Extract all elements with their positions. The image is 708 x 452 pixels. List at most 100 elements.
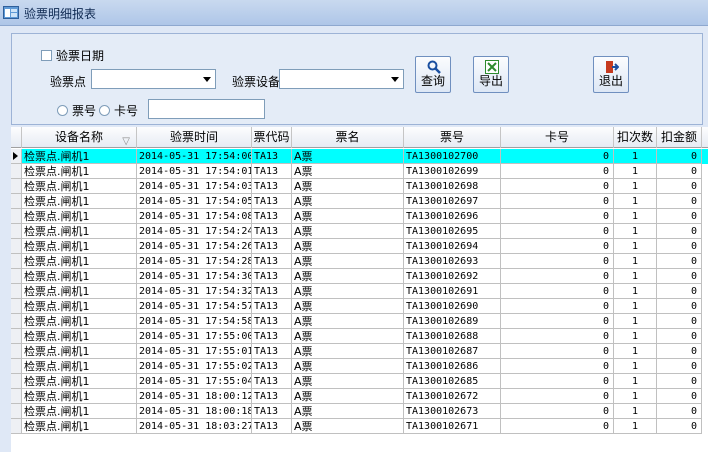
checkpoint-select[interactable] xyxy=(91,69,216,89)
table-row[interactable]: 检票点.闸机1 2014-05-31 17:54:00 TA13 A票 TA130010… xyxy=(11,149,708,164)
cell-ticket-code: TA13 xyxy=(252,299,292,314)
cell-card-no: 0 xyxy=(501,239,614,254)
search-input[interactable] xyxy=(148,99,265,119)
column-device-name[interactable]: 设备名称 ▽ xyxy=(22,127,137,148)
cell-deduct-count: 1 xyxy=(614,179,657,194)
cell-ticket-name: A票 xyxy=(292,389,404,404)
cell-check-time: 2014-05-31 17:54:03 xyxy=(137,179,252,194)
column-ticket-name[interactable]: 票名 xyxy=(292,127,404,148)
column-deduct-count[interactable]: 扣次数 xyxy=(614,127,657,148)
row-indicator[interactable] xyxy=(11,209,22,224)
table-row[interactable]: 检票点.闸机1 2014-05-31 17:55:01 TA13 A票 TA130010… xyxy=(11,344,708,359)
cell-ticket-no: TA1300102689 xyxy=(404,314,501,329)
row-indicator[interactable] xyxy=(11,419,22,434)
header-indicator xyxy=(11,127,22,148)
cell-deduct-amount: 0 xyxy=(657,374,702,389)
cell-check-time: 2014-05-31 17:54:58 xyxy=(137,314,252,329)
table-row[interactable]: 检票点.闸机1 2014-05-31 17:55:04 TA13 A票 TA130010… xyxy=(11,374,708,389)
cell-deduct-count: 1 xyxy=(614,164,657,179)
cell-deduct-count: 1 xyxy=(614,209,657,224)
cell-check-time: 2014-05-31 17:54:08 xyxy=(137,209,252,224)
cell-ticket-no: TA1300102697 xyxy=(404,194,501,209)
row-indicator[interactable] xyxy=(11,269,22,284)
cell-ticket-no: TA1300102673 xyxy=(404,404,501,419)
cell-ticket-code: TA13 xyxy=(252,374,292,389)
table-row[interactable]: 检票点.闸机1 2014-05-31 17:54:58 TA13 A票 TA130010… xyxy=(11,314,708,329)
row-indicator[interactable] xyxy=(11,284,22,299)
cell-device-name: 检票点.闸机1 xyxy=(22,314,137,329)
table-row[interactable]: 检票点.闸机1 2014-05-31 17:54:01 TA13 A票 TA130010… xyxy=(11,164,708,179)
cell-ticket-no: TA1300102671 xyxy=(404,419,501,434)
cell-check-time: 2014-05-31 17:54:00 xyxy=(137,149,252,164)
table-row[interactable]: 检票点.闸机1 2014-05-31 17:54:05 TA13 A票 TA130010… xyxy=(11,194,708,209)
table-row[interactable]: 检票点.闸机1 2014-05-31 18:03:27 TA13 A票 TA130010… xyxy=(11,419,708,434)
cell-device-name: 检票点.闸机1 xyxy=(22,209,137,224)
table-row[interactable]: 检票点.闸机1 2014-05-31 17:54:32 TA13 A票 TA130010… xyxy=(11,284,708,299)
cell-deduct-amount: 0 xyxy=(657,269,702,284)
cell-ticket-code: TA13 xyxy=(252,284,292,299)
column-card-no[interactable]: 卡号 xyxy=(501,127,614,148)
date-checkbox[interactable] xyxy=(41,50,52,61)
table-row[interactable]: 检票点.闸机1 2014-05-31 17:54:08 TA13 A票 TA130010… xyxy=(11,209,708,224)
cell-device-name: 检票点.闸机1 xyxy=(22,149,137,164)
ticket-no-radio[interactable] xyxy=(57,105,68,116)
cell-deduct-count: 1 xyxy=(614,359,657,374)
cell-deduct-amount: 0 xyxy=(657,239,702,254)
row-indicator[interactable] xyxy=(11,404,22,419)
row-indicator[interactable] xyxy=(11,329,22,344)
query-button[interactable]: 查询 xyxy=(415,56,451,93)
records-grid[interactable]: 设备名称 ▽ 验票时间 票代码 票名 票号 卡号 扣次数 扣金额 检票点.闸机1 2… xyxy=(11,127,708,452)
cell-device-name: 检票点.闸机1 xyxy=(22,344,137,359)
cell-ticket-name: A票 xyxy=(292,269,404,284)
column-ticket-code[interactable]: 票代码 xyxy=(252,127,292,148)
table-row[interactable]: 检票点.闸机1 2014-05-31 17:55:02 TA13 A票 TA130010… xyxy=(11,359,708,374)
row-indicator[interactable] xyxy=(11,254,22,269)
cell-device-name: 检票点.闸机1 xyxy=(22,389,137,404)
row-indicator[interactable] xyxy=(11,374,22,389)
table-row[interactable]: 检票点.闸机1 2014-05-31 18:00:18 TA13 A票 TA130010… xyxy=(11,404,708,419)
cell-ticket-no: TA1300102698 xyxy=(404,179,501,194)
table-row[interactable]: 检票点.闸机1 2014-05-31 17:54:30 TA13 A票 TA130010… xyxy=(11,269,708,284)
cell-deduct-amount: 0 xyxy=(657,344,702,359)
row-indicator[interactable] xyxy=(11,239,22,254)
chevron-down-icon xyxy=(391,77,399,82)
table-row[interactable]: 检票点.闸机1 2014-05-31 17:54:03 TA13 A票 TA130010… xyxy=(11,179,708,194)
row-indicator[interactable] xyxy=(11,389,22,404)
row-indicator[interactable] xyxy=(11,344,22,359)
checkpoint-label: 验票点 xyxy=(50,75,87,89)
column-deduct-amount[interactable]: 扣金额 xyxy=(657,127,702,148)
table-row[interactable]: 检票点.闸机1 2014-05-31 17:54:26 TA13 A票 TA130010… xyxy=(11,239,708,254)
export-button[interactable]: 导出 xyxy=(473,56,509,93)
cell-ticket-name: A票 xyxy=(292,254,404,269)
cell-card-no: 0 xyxy=(501,254,614,269)
row-indicator[interactable] xyxy=(11,179,22,194)
row-indicator[interactable] xyxy=(11,314,22,329)
device-select[interactable] xyxy=(279,69,404,89)
window-title: 验票明细报表 xyxy=(24,7,97,21)
table-row[interactable]: 检票点.闸机1 2014-05-31 17:54:57 TA13 A票 TA130010… xyxy=(11,299,708,314)
row-indicator[interactable] xyxy=(11,299,22,314)
column-check-time[interactable]: 验票时间 xyxy=(137,127,252,148)
row-indicator[interactable] xyxy=(11,149,22,164)
cell-card-no: 0 xyxy=(501,179,614,194)
current-row-pointer-icon xyxy=(13,152,18,160)
table-row[interactable]: 检票点.闸机1 2014-05-31 17:54:28 TA13 A票 TA130010… xyxy=(11,254,708,269)
cell-ticket-no: TA1300102693 xyxy=(404,254,501,269)
cell-device-name: 检票点.闸机1 xyxy=(22,404,137,419)
cell-ticket-no: TA1300102699 xyxy=(404,164,501,179)
row-indicator[interactable] xyxy=(11,359,22,374)
table-row[interactable]: 检票点.闸机1 2014-05-31 17:55:00 TA13 A票 TA130010… xyxy=(11,329,708,344)
column-ticket-no[interactable]: 票号 xyxy=(404,127,501,148)
cell-check-time: 2014-05-31 17:54:26 xyxy=(137,239,252,254)
exit-button[interactable]: 退出 xyxy=(593,56,629,93)
cell-ticket-name: A票 xyxy=(292,299,404,314)
table-row[interactable]: 检票点.闸机1 2014-05-31 18:00:12 TA13 A票 TA130010… xyxy=(11,389,708,404)
cell-check-time: 2014-05-31 18:00:12 xyxy=(137,389,252,404)
table-row[interactable]: 检票点.闸机1 2014-05-31 17:54:24 TA13 A票 TA130010… xyxy=(11,224,708,239)
row-indicator[interactable] xyxy=(11,194,22,209)
row-indicator[interactable] xyxy=(11,224,22,239)
card-no-radio[interactable] xyxy=(99,105,110,116)
row-indicator[interactable] xyxy=(11,164,22,179)
cell-ticket-name: A票 xyxy=(292,359,404,374)
cell-ticket-code: TA13 xyxy=(252,269,292,284)
